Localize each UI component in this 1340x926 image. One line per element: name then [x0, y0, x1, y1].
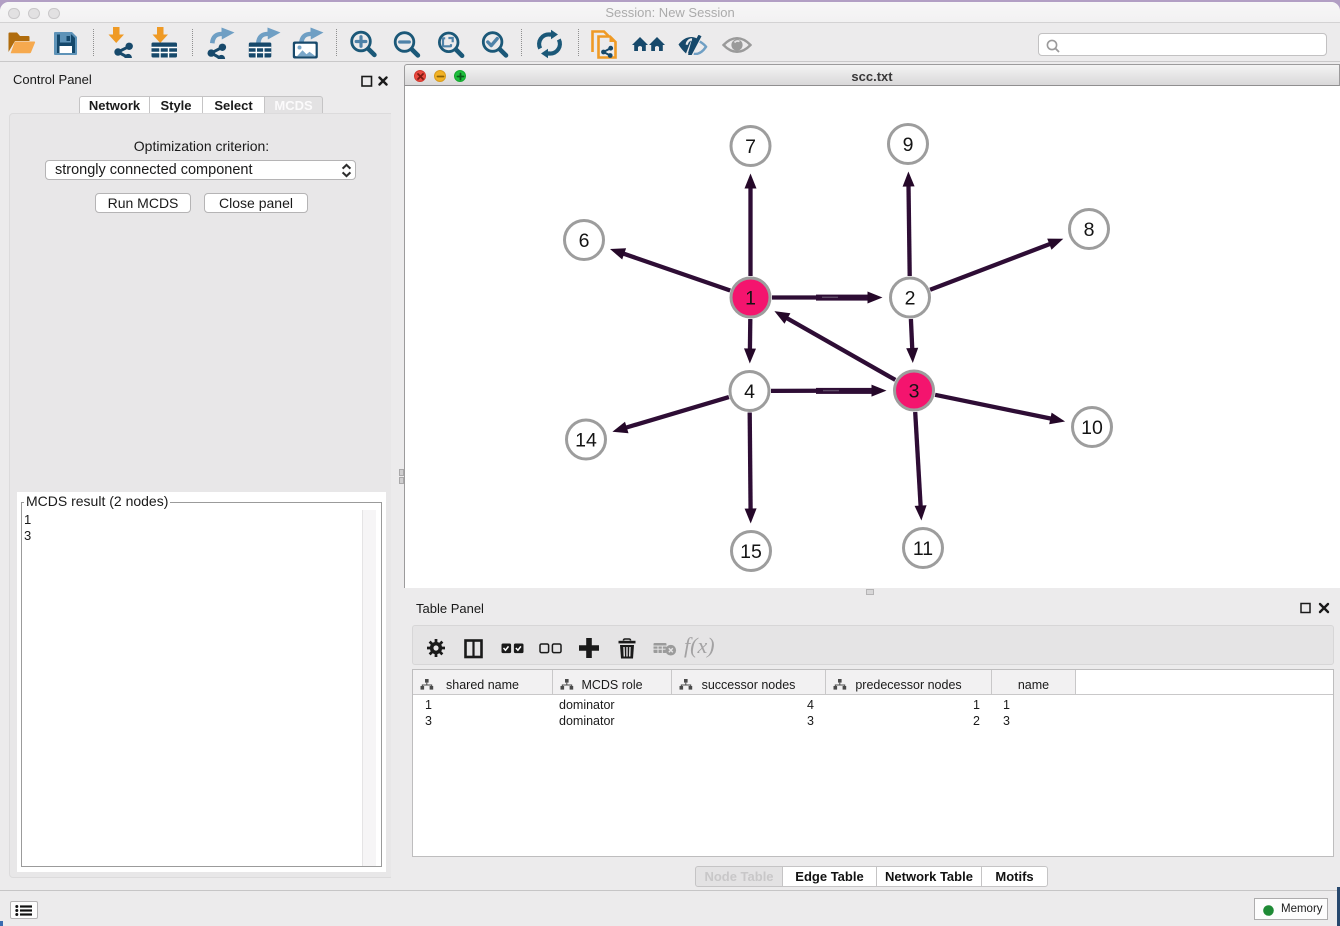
svg-text:10: 10 [1081, 417, 1103, 439]
svg-text:6: 6 [579, 230, 590, 252]
svg-text:7: 7 [745, 136, 756, 158]
svg-text:2: 2 [905, 287, 916, 309]
svg-text:11: 11 [913, 538, 933, 560]
svg-text:9: 9 [903, 134, 914, 156]
svg-text:8: 8 [1084, 219, 1095, 241]
svg-text:1: 1 [745, 287, 756, 309]
svg-text:3: 3 [909, 380, 920, 402]
svg-text:15: 15 [740, 541, 762, 563]
svg-text:14: 14 [575, 429, 597, 451]
svg-text:4: 4 [744, 381, 755, 403]
